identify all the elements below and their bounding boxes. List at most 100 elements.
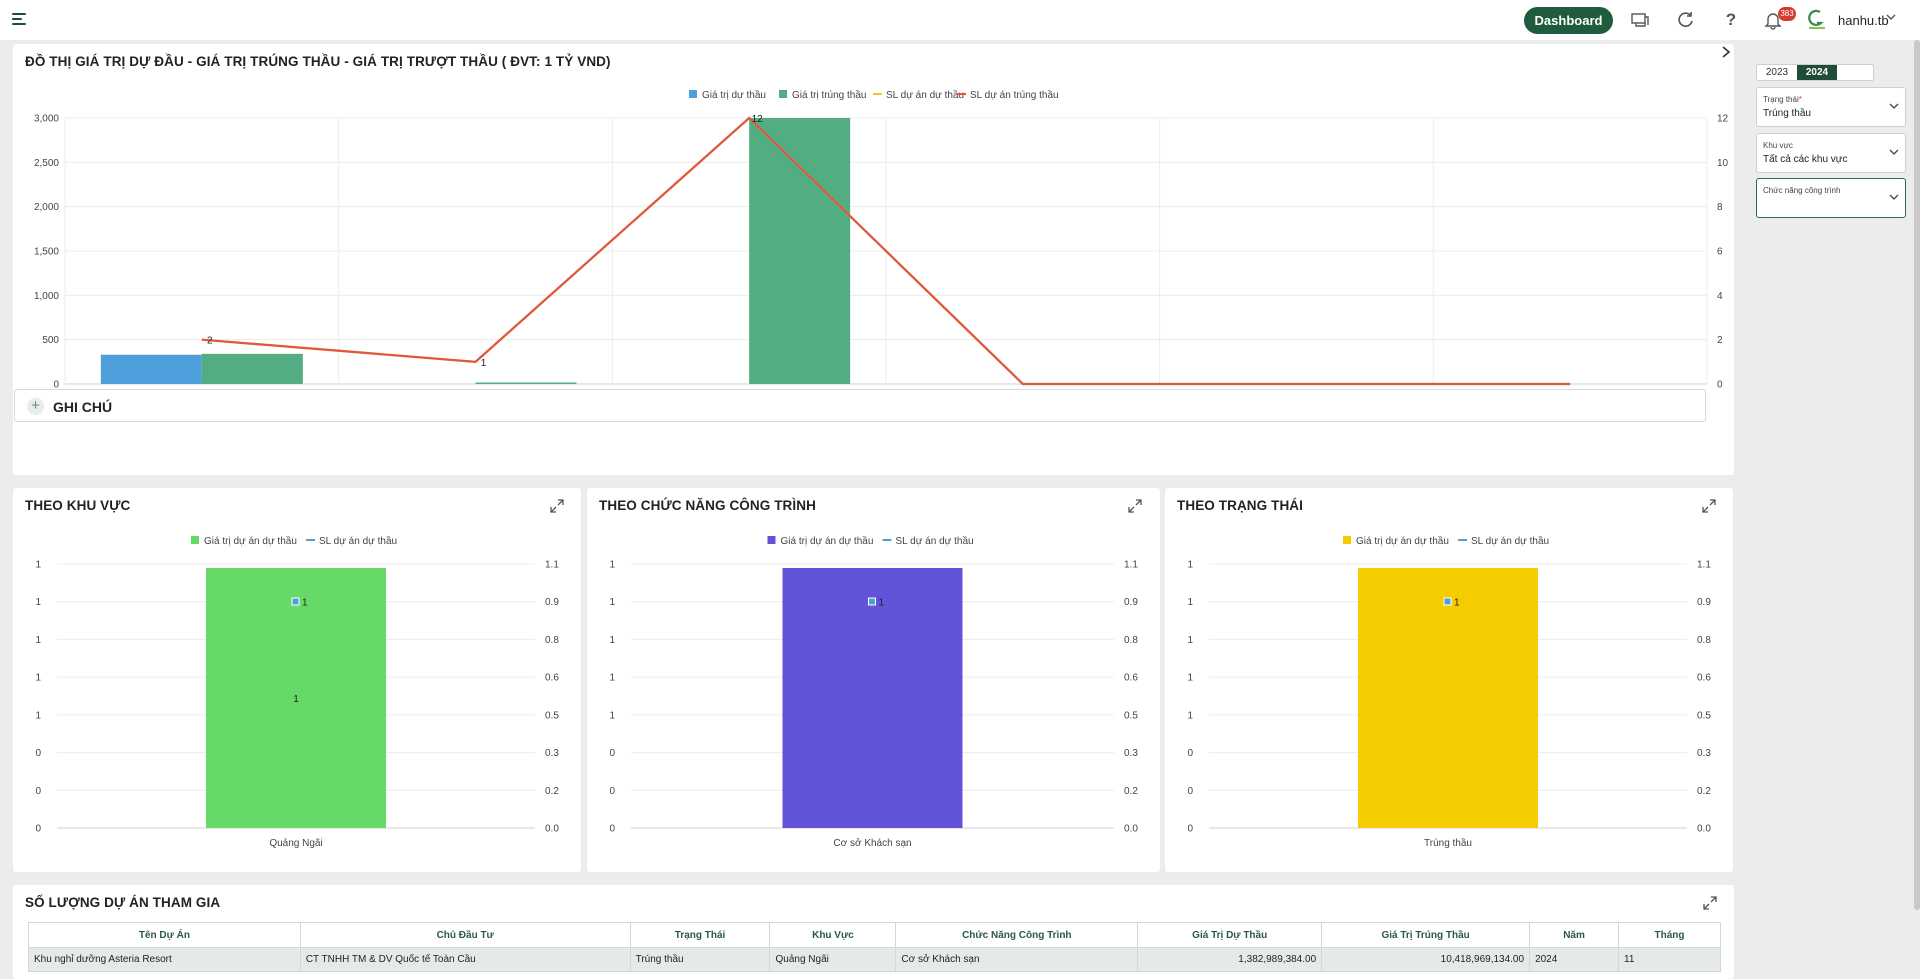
data-label: 12	[752, 114, 764, 125]
main-chart: Giá trị dự thầu Giá trị trúng thầu SL dự á…	[34, 89, 1729, 405]
year-tab-2024[interactable]: 2024	[1797, 65, 1837, 80]
column-header[interactable]: Tháng	[1618, 922, 1721, 948]
y-tick-label: 0	[1187, 786, 1193, 797]
y-tick-label: 0	[1187, 824, 1193, 835]
y2-tick-label: 0.8	[1697, 635, 1711, 646]
dashboard-button[interactable]: Dashboard	[1524, 7, 1613, 34]
expand-icon[interactable]	[1702, 895, 1718, 911]
y-tick-label: 1	[35, 635, 41, 646]
legend-swatch	[779, 90, 787, 98]
required-mark: *	[1798, 95, 1802, 104]
data-label: 1	[293, 694, 299, 705]
username[interactable]: hanhu.tb	[1838, 13, 1889, 28]
legend-label: SL dự án dự thầu	[886, 89, 964, 101]
y-tick-label: 500	[42, 335, 59, 346]
chevron-down-icon[interactable]	[1889, 192, 1899, 202]
company-logo	[1806, 9, 1828, 31]
y2-tick-label: 6	[1717, 247, 1723, 258]
column-header[interactable]: Tên Dự Án	[28, 922, 301, 948]
top-bar: Dashboard ? 383 hanhu.tb	[0, 0, 1920, 40]
status-chart: Giá trị dự án dự thầu SL dự án dự thầu 0 0.…	[1187, 535, 1711, 849]
legend-label: Giá trị trúng thầu	[792, 89, 866, 101]
table-cell: CT TNHH TM & DV Quốc tế Toàn Cầu	[299, 947, 631, 972]
function-select[interactable]: Chức năng công trình	[1756, 178, 1906, 218]
legend-label: Giá trị dự án dự thầu	[1356, 535, 1449, 547]
y-tick-label: 1	[35, 597, 41, 608]
y2-tick-label: 0	[1717, 380, 1723, 391]
y-tick-label: 1	[609, 597, 615, 608]
legend-swatch	[191, 536, 199, 544]
region-chart: Giá trị dự án dự thầu SL dự án dự thầu 0 0.…	[35, 535, 559, 849]
legend-label: Giá trị dự án dự thầu	[204, 535, 297, 547]
table-cell: 1,382,989,384.00	[1137, 947, 1323, 972]
y-tick-label: 1	[35, 673, 41, 684]
y-tick-label: 2,500	[34, 158, 59, 169]
data-label: 1	[302, 598, 308, 609]
y2-tick-label: 0.3	[545, 748, 559, 759]
column-header[interactable]: Năm	[1529, 922, 1620, 948]
help-icon[interactable]: ?	[1721, 10, 1741, 30]
table-row[interactable]: Khu nghỉ dưỡng Asteria Resort CT TNHH TM…	[28, 947, 1721, 972]
data-label: 1	[1454, 598, 1460, 609]
y2-tick-label: 0.9	[545, 597, 559, 608]
y-tick-label: 0	[609, 748, 615, 759]
y-tick-label: 1,000	[34, 291, 59, 302]
chevron-down-icon[interactable]	[1889, 101, 1899, 111]
menu-icon[interactable]	[12, 13, 28, 27]
bar	[749, 118, 851, 384]
project-table-title: SỐ LƯỢNG DỰ ÁN THAM GIA	[25, 895, 221, 910]
y-tick-label: 1	[609, 635, 615, 646]
region-value: Tất cả các khu vực	[1763, 154, 1848, 165]
y2-tick-label: 8	[1717, 202, 1723, 213]
note-panel[interactable]: + GHI CHÚ	[14, 389, 1706, 422]
y2-tick-label: 0.6	[1124, 673, 1138, 684]
y2-tick-label: 4	[1717, 291, 1723, 302]
series-point	[291, 597, 300, 606]
column-header[interactable]: Giá Trị Dự Thầu	[1137, 922, 1323, 948]
y-tick-label: 0	[1187, 748, 1193, 759]
column-header[interactable]: Trạng Thái	[629, 922, 771, 948]
plus-icon[interactable]: +	[27, 398, 44, 415]
table-header-row: Tên Dự Án Chủ Đầu Tư Trạng Thái Khu Vực …	[28, 922, 1721, 948]
y2-tick-label: 10	[1717, 158, 1729, 169]
refresh-icon[interactable]	[1676, 10, 1696, 30]
y-tick-label: 3,000	[34, 114, 59, 125]
legend-label: SL dự án dự thầu	[896, 535, 974, 547]
y2-tick-label: 0.9	[1697, 597, 1711, 608]
status-select[interactable]: Trạng thái* Trúng thầu	[1756, 87, 1906, 127]
y2-tick-label: 0.2	[1124, 786, 1138, 797]
legend-label: SL dự án trúng thầu	[970, 89, 1059, 101]
page-scrollbar[interactable]	[1914, 40, 1920, 910]
y-tick-label: 1	[1187, 560, 1193, 571]
column-header[interactable]: Khu Vực	[769, 922, 897, 948]
chevron-down-icon[interactable]	[1886, 12, 1896, 25]
column-header[interactable]: Giá Trị Trúng Thầu	[1321, 922, 1531, 948]
y2-tick-label: 0.0	[1697, 824, 1711, 835]
column-header[interactable]: Chức Năng Công Trình	[895, 922, 1139, 948]
table-cell: Cơ sở Khách sạn	[895, 947, 1139, 972]
y-tick-label: 0	[35, 824, 41, 835]
column-header[interactable]: Chủ Đầu Tư	[299, 922, 631, 948]
function-chart: Giá trị dự án dự thầu SL dự án dự thầu 0 0.…	[609, 535, 1138, 849]
legend-label: Giá trị dự thầu	[702, 89, 766, 101]
legend-swatch	[767, 536, 776, 544]
legend-label: SL dự án dự thầu	[1471, 535, 1549, 547]
y-tick-label: 1	[35, 560, 41, 571]
chevron-down-icon[interactable]	[1889, 147, 1899, 157]
chat-icon[interactable]	[1630, 10, 1650, 30]
table-cell: Quảng Ngãi	[769, 947, 897, 972]
chevron-right-icon[interactable]	[1720, 45, 1732, 64]
series-point	[868, 597, 876, 606]
table-cell: 2024	[1529, 947, 1620, 972]
year-tab-2023[interactable]: 2023	[1757, 65, 1797, 80]
y2-tick-label: 2	[1717, 335, 1723, 346]
y-tick-label: 0	[35, 786, 41, 797]
region-label: Khu vực	[1763, 141, 1793, 150]
region-select[interactable]: Khu vực Tất cả các khu vực	[1756, 133, 1906, 173]
project-table: Tên Dự Án Chủ Đầu Tư Trạng Thái Khu Vực …	[28, 922, 1721, 972]
status-value: Trúng thầu	[1763, 108, 1811, 119]
series-point	[1443, 597, 1452, 606]
table-cell: 10,418,969,134.00	[1321, 947, 1531, 972]
y2-tick-label: 0.8	[545, 635, 559, 646]
y-tick-label: 1	[1187, 710, 1193, 721]
